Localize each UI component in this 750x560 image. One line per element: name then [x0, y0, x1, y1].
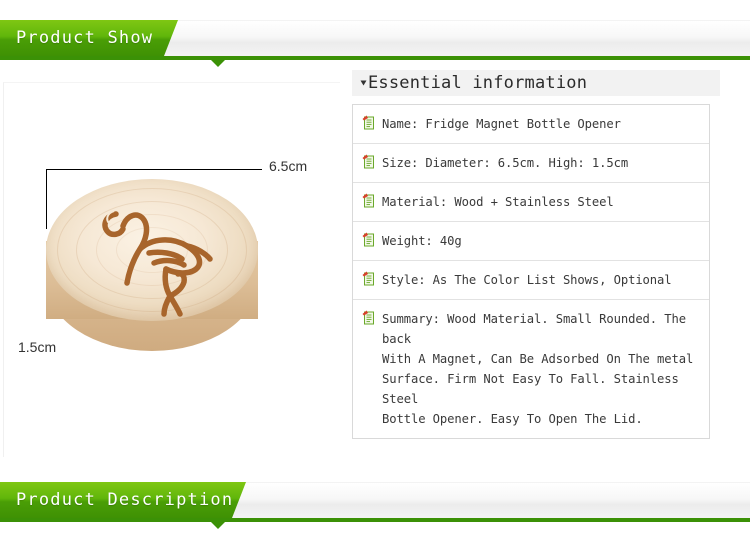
note-document-icon — [362, 193, 374, 208]
essential-information-table: Name: Fridge Magnet Bottle Opener Size: … — [352, 104, 710, 439]
essential-information-panel: Essential information Name: Fridge Magne… — [352, 70, 720, 439]
section-banner-product-description: Product Description — [0, 476, 750, 529]
banner-notch-triangle-icon — [211, 60, 225, 67]
banner-underline — [0, 56, 750, 60]
essential-information-header[interactable]: Essential information — [352, 70, 720, 96]
info-row-text: Material: Wood + Stainless Steel — [382, 195, 614, 209]
info-row: Name: Fridge Magnet Bottle Opener — [353, 105, 709, 144]
info-row-text: Weight: 40g — [382, 234, 462, 248]
info-row-text: Size: Diameter: 6.5cm. High: 1.5cm — [382, 156, 629, 170]
dimension-line-diameter — [46, 169, 262, 170]
banner-underline — [0, 518, 750, 522]
note-document-icon — [362, 232, 374, 247]
note-document-icon — [362, 271, 374, 286]
note-document-icon — [362, 310, 374, 325]
banner-tab-product-description: Product Description — [0, 482, 246, 518]
info-row-text: Style: As The Color List Shows, Optional — [382, 273, 672, 287]
info-row: Style: As The Color List Shows, Optional — [353, 261, 709, 300]
disc-top-face — [46, 179, 258, 321]
info-row-text: Summary: Wood Material. Small Rounded. T… — [382, 312, 694, 426]
essential-information-title: Essential information — [368, 73, 588, 93]
caret-down-icon[interactable] — [360, 80, 367, 86]
dimension-line-height — [46, 169, 47, 229]
info-row: Summary: Wood Material. Small Rounded. T… — [353, 300, 709, 438]
banner-title-product-show: Product Show — [16, 28, 154, 48]
info-row: Weight: 40g — [353, 222, 709, 261]
dimension-label-height: 1.5cm — [18, 339, 57, 355]
note-document-icon — [362, 154, 374, 169]
product-image-wooden-disc — [38, 175, 268, 365]
banner-title-product-description: Product Description — [16, 490, 234, 510]
banner-notch-triangle-icon — [211, 522, 225, 529]
product-photo-pane: 6.5cm 1.5cm — [3, 82, 340, 457]
note-document-icon — [362, 115, 374, 130]
info-row-text: Name: Fridge Magnet Bottle Opener — [382, 117, 621, 131]
info-row: Material: Wood + Stainless Steel — [353, 183, 709, 222]
dimension-label-diameter: 6.5cm — [269, 158, 308, 174]
section-banner-product-show: Product Show — [0, 14, 750, 67]
banner-tab-product-show: Product Show — [0, 20, 178, 56]
flamingo-engraving-icon — [102, 210, 213, 317]
info-row: Size: Diameter: 6.5cm. High: 1.5cm — [353, 144, 709, 183]
